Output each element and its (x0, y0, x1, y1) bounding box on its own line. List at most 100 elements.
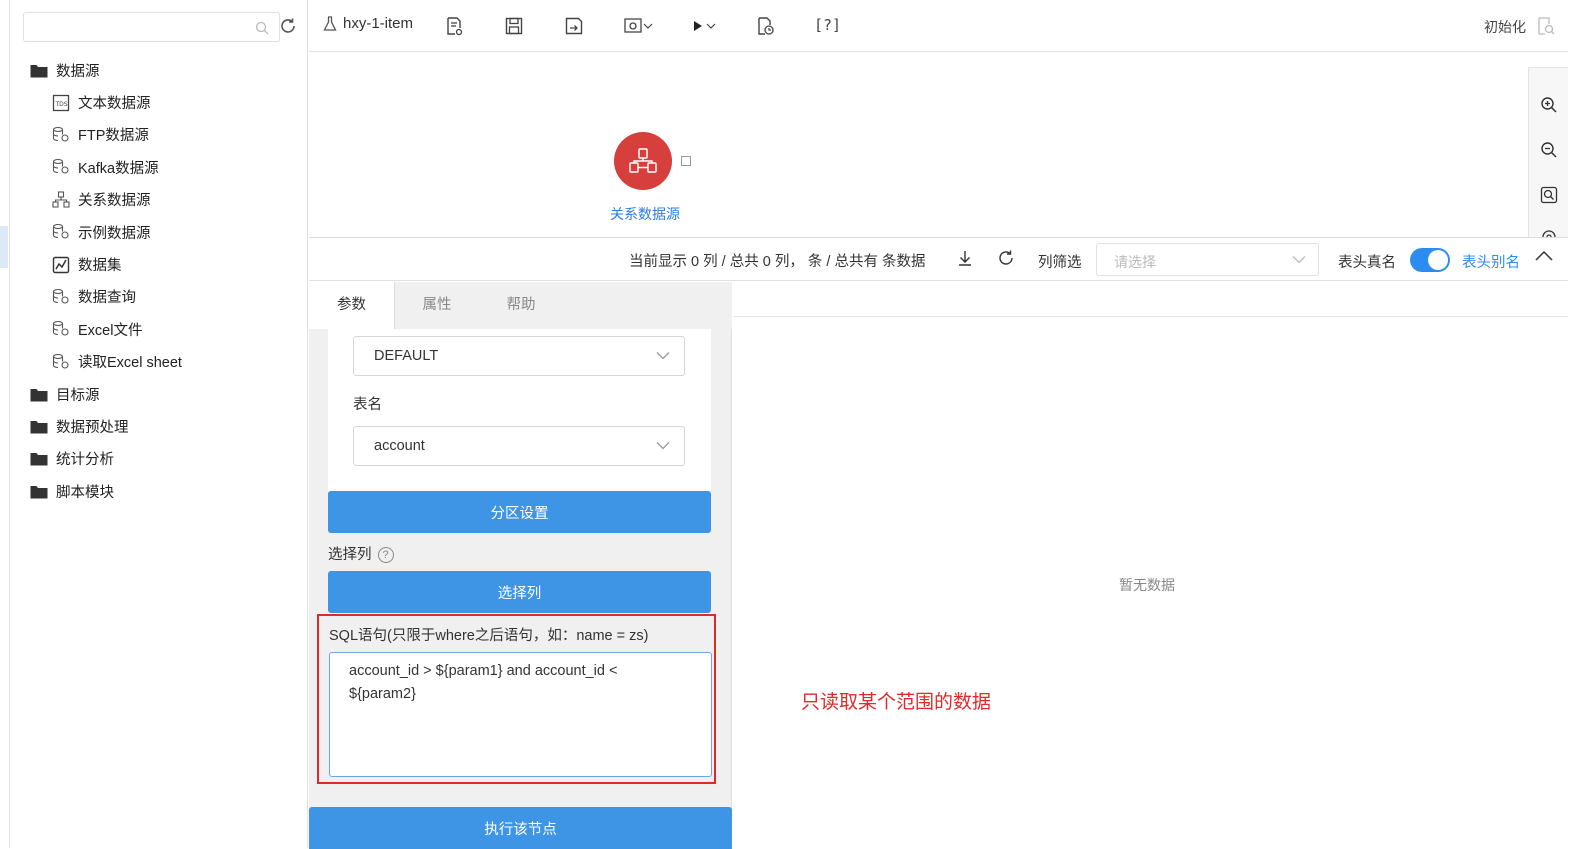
save-as-button[interactable] (564, 15, 584, 37)
tab-properties[interactable]: 属性 (395, 282, 479, 329)
zoom-in-icon[interactable] (1540, 96, 1558, 114)
folder-icon (30, 387, 48, 402)
save-button[interactable] (504, 15, 524, 37)
tree-label: FTP数据源 (78, 128, 149, 145)
fit-view-icon[interactable] (1540, 186, 1558, 204)
chevron-down-icon (643, 23, 653, 29)
panel-tabs: 参数 属性 帮助 (309, 282, 732, 329)
table-select[interactable]: account (353, 426, 685, 466)
select-columns-label: 选择列 (328, 547, 372, 563)
search-icon[interactable] (255, 21, 269, 35)
doc-settings-icon (447, 17, 463, 36)
settings-dropdown-button[interactable] (623, 15, 653, 37)
table-name-label: 表名 (353, 397, 382, 413)
execute-node-button[interactable]: 执行该节点 (309, 807, 732, 849)
help-button[interactable]: [?] (814, 16, 841, 34)
refresh-data-icon[interactable] (997, 249, 1015, 267)
tree-item[interactable]: Excel文件 (10, 313, 308, 345)
folder-icon (30, 63, 48, 78)
tree-folder[interactable]: 数据源 (10, 54, 308, 86)
data-preview-bar: 当前显示 0 列 / 总共 0 列， 条 / 总共有 条数据 列筛选 请选择 表… (309, 237, 1568, 281)
column-filter-select[interactable]: 请选择 (1096, 243, 1319, 276)
toggle-knob (1428, 250, 1448, 270)
chevron-down-icon (656, 442, 670, 450)
annotation-text: 只读取某个范围的数据 (801, 692, 992, 713)
tree-item[interactable]: TDS 文本数据源 (10, 86, 308, 118)
header-name-toggle[interactable] (1410, 248, 1450, 272)
node-checkbox[interactable] (681, 156, 691, 166)
relation-icon (52, 191, 70, 209)
database-icon (52, 158, 70, 176)
zoom-out-icon[interactable] (1540, 141, 1558, 159)
tab-params[interactable]: 参数 (309, 282, 395, 329)
node-label[interactable]: 关系数据源 (605, 204, 685, 224)
tree-item[interactable]: 示例数据源 (10, 216, 308, 248)
chevron-up-icon[interactable] (1535, 250, 1553, 262)
sql-textarea[interactable]: account_id > ${param1} and account_id < … (329, 652, 712, 777)
tree-folder[interactable]: 目标源 (10, 378, 308, 410)
folder-icon (30, 451, 48, 466)
relation-network-icon (629, 148, 657, 173)
tree-item[interactable]: 读取Excel sheet (10, 346, 308, 378)
column-filter-placeholder: 请选择 (1114, 254, 1156, 270)
table-value: account (374, 438, 425, 454)
tree-item[interactable]: Kafka数据源 (10, 151, 308, 183)
search-input[interactable] (24, 13, 244, 41)
partition-settings-button[interactable]: 分区设置 (328, 491, 711, 533)
schedule-button[interactable] (755, 15, 775, 37)
sql-highlight-box: SQL语句(只限于where之后语句，如：name = zs) account_… (317, 614, 716, 784)
search-box (23, 12, 280, 42)
schema-select[interactable]: DEFAULT (353, 336, 685, 376)
flask-icon (323, 15, 337, 31)
sidebar: 数据源 TDS 文本数据源 FTP数据源 Kafka数据源关系数据源示例数据源数据集数据… (10, 0, 308, 848)
row-count-text: 当前显示 0 列 / 总共 0 列， 条 / 总共有 条数据 (629, 254, 926, 270)
column-filter-label: 列筛选 (1038, 255, 1082, 271)
run-dropdown-button[interactable] (691, 15, 717, 37)
flow-canvas[interactable]: 关系数据源 (309, 53, 1568, 248)
tab-help[interactable]: 帮助 (479, 282, 563, 329)
node-config-panel: 参数 属性 帮助 DEFAULT 表名 account 分区设置 选择列? 选择… (309, 282, 732, 849)
database-icon (52, 320, 70, 338)
left-edge-strip (0, 0, 10, 848)
relation-source-node[interactable] (614, 132, 672, 190)
result-table: 暂无数据 (733, 282, 1568, 848)
tree-item[interactable]: 关系数据源 (10, 184, 308, 216)
tree-item[interactable]: 数据查询 (10, 281, 308, 313)
folder-icon (30, 484, 48, 499)
svg-text:TDS: TDS (55, 101, 68, 108)
database-icon (52, 288, 70, 306)
tree-item[interactable]: FTP数据源 (10, 119, 308, 151)
tree-label: 关系数据源 (78, 193, 151, 210)
tree-folder[interactable]: 脚本模块 (10, 475, 308, 507)
tree-folder[interactable]: 统计分析 (10, 443, 308, 475)
project-name: hxy-1-item (343, 15, 414, 32)
sql-label: SQL语句(只限于where之后语句，如：name = zs) (329, 628, 649, 644)
chevron-down-icon (656, 352, 670, 360)
play-icon (694, 21, 702, 31)
tree-folder[interactable]: 数据预处理 (10, 410, 308, 442)
download-icon[interactable] (956, 249, 974, 267)
tree-label: 数据集 (78, 258, 122, 275)
tree-label: 示例数据源 (78, 225, 151, 242)
search-doc-icon[interactable] (1536, 16, 1556, 36)
question-circle-icon[interactable]: ? (377, 547, 394, 564)
chevron-down-icon (1292, 256, 1306, 264)
project-title: hxy-1-item (323, 15, 413, 32)
form-area: DEFAULT 表名 account (328, 329, 711, 491)
init-button[interactable]: 初始化 (1484, 17, 1526, 37)
tree-label: 统计分析 (56, 452, 114, 469)
tree-item[interactable]: 数据集 (10, 248, 308, 280)
select-columns-button[interactable]: 选择列 (328, 571, 711, 613)
refresh-icon[interactable] (278, 16, 298, 36)
real-header-label: 表头真名 (1338, 255, 1396, 271)
tree-label: Excel文件 (78, 322, 143, 339)
dataset-icon (52, 256, 70, 274)
empty-text: 暂无数据 (1119, 577, 1175, 593)
result-table-header (733, 282, 1568, 317)
edit-doc-button[interactable] (444, 15, 464, 37)
zoom-toolbar (1528, 67, 1568, 248)
text-file-icon: TDS (52, 94, 70, 112)
chevron-down-icon (706, 23, 716, 29)
save-as-icon (565, 17, 583, 35)
alias-header-label: 表头别名 (1462, 255, 1520, 271)
